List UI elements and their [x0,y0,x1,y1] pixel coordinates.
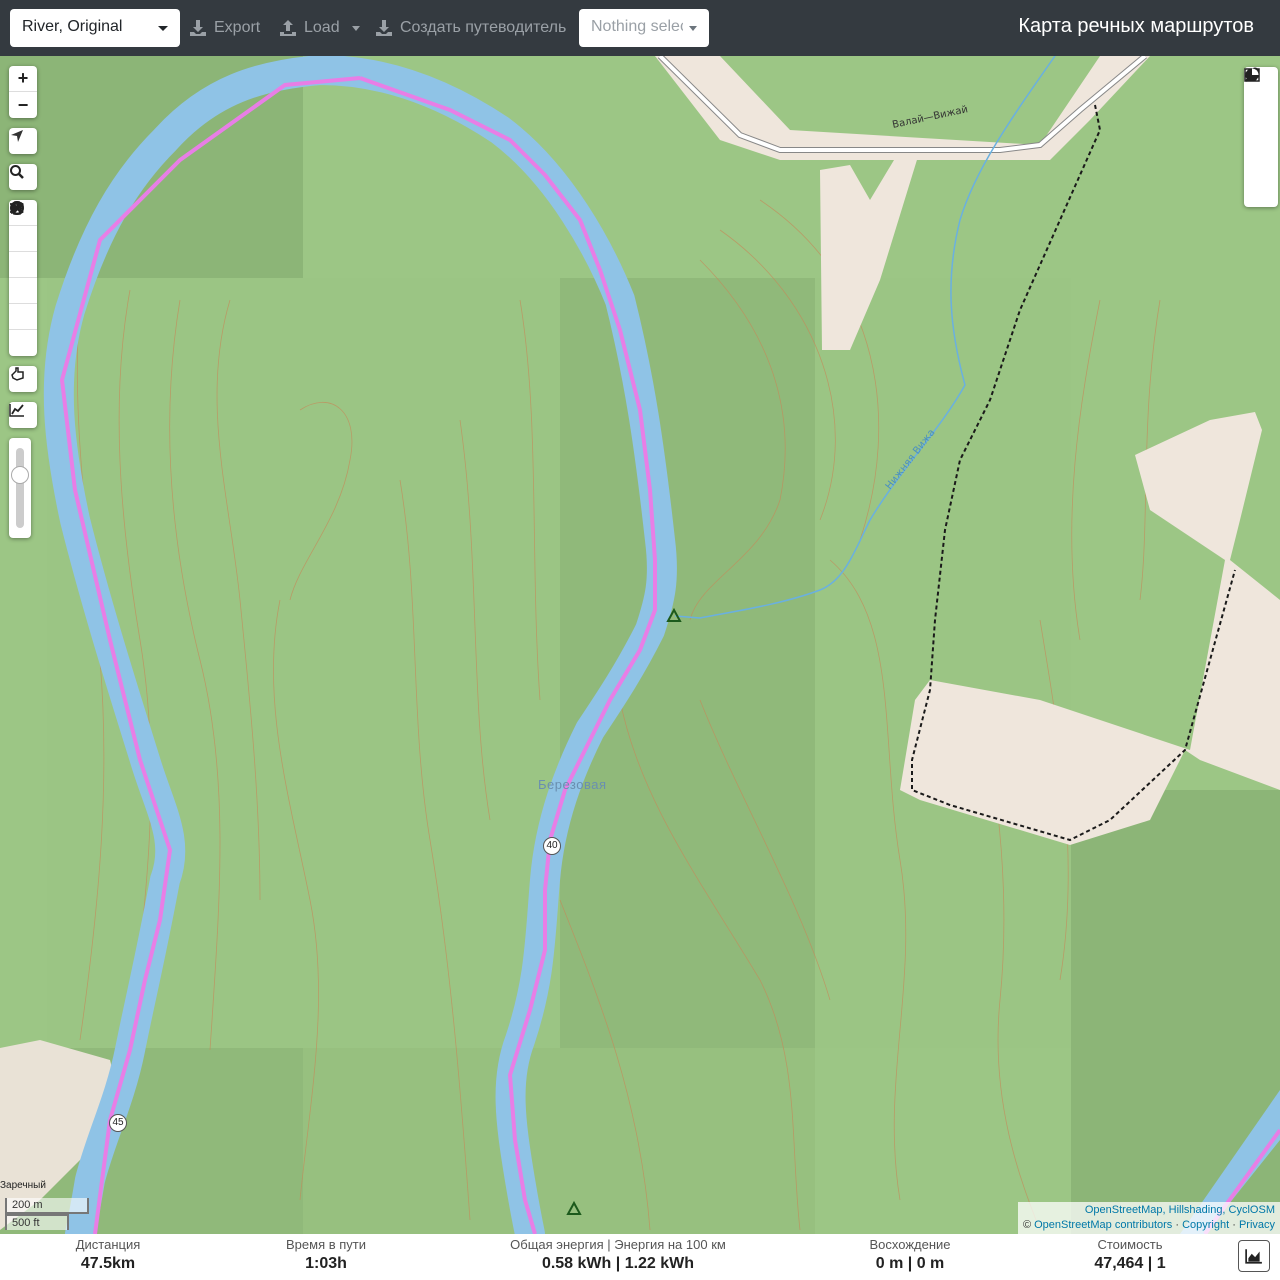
chevron-down-icon [689,26,697,31]
chevron-down-icon [158,26,168,31]
export-label: Export [214,19,261,36]
attribution-osm-link[interactable]: OpenStreetMap contributors [1034,1219,1172,1231]
stat-ascent: Восхождение 0 m | 0 m [860,1237,960,1273]
nogo-area-button[interactable] [9,201,37,278]
top-navbar: River, Original Export Load Создать путе… [0,0,1280,56]
hand-icon [11,367,24,381]
cost-count: 1 [1156,1255,1166,1272]
search-control [9,164,37,190]
opacity-slider[interactable] [9,438,31,538]
poi-button[interactable] [9,202,37,330]
delete-route-button[interactable] [9,201,37,356]
slider-thumb[interactable] [11,466,29,484]
create-guide-label: Создать путеводитель [400,19,567,36]
attribution-layers-link[interactable]: OpenStreetMap, Hillshading, CyclOSM [1085,1204,1275,1216]
place-label: Березовая [538,777,607,792]
chevron-down-icon [351,25,360,31]
forest-tile [815,278,1071,1048]
app-title: Карта речных маршрутов [1018,15,1254,37]
descent-value: 0 [916,1255,926,1272]
create-guide-button[interactable]: Создать путеводитель [374,15,566,41]
search-button[interactable] [9,164,37,190]
download-icon [190,20,206,36]
settings-button[interactable] [1244,67,1278,137]
km-marker[interactable]: 45 [109,1114,127,1132]
draw-controls [9,200,37,356]
energy-100-unit: kWh [660,1255,695,1272]
route-select-value: Nothing selected [591,18,683,35]
table-button[interactable] [1244,68,1278,172]
ascent-unit: m [889,1255,904,1272]
locate-control [9,128,37,154]
distance-unit: km [112,1255,136,1272]
profile-select[interactable]: River, Original [10,9,180,47]
energy-value: 0.58 [541,1255,574,1272]
stats-button[interactable] [1244,68,1278,207]
zoom-control: + − [9,66,37,118]
km-marker[interactable]: 40 [543,837,561,855]
area-chart-icon [1245,1249,1262,1264]
elevation-profile-button[interactable] [1238,1240,1270,1272]
attribution-copyright-link[interactable]: Copyright [1182,1219,1229,1231]
map-canvas[interactable]: Валай—Вижай Нижняя Вижа Березовая Заречн… [0,56,1280,1234]
time-unit: h [337,1255,347,1272]
stat-energy: Общая энергия | Энергия на 100 км 0.58 k… [510,1237,726,1272]
load-button[interactable]: Load [278,15,360,41]
energy-100-value: 1.22 [624,1255,656,1272]
export-button[interactable]: Export [188,15,260,41]
ascent-value: 0 [875,1255,885,1272]
time-label: Время в пути [286,1237,366,1252]
profile-select-value: River, Original [22,18,123,35]
map-svg: Валай—Вижай Нижняя Вижа [0,56,1280,1234]
delete-icon [12,201,22,215]
descent-unit: m [930,1255,945,1272]
pie-chart-icon [1245,68,1259,82]
energy-unit: kWh [577,1255,612,1272]
map-attribution: OpenStreetMap, Hillshading, CyclOSM © Op… [1017,1202,1280,1234]
attribution-privacy-link[interactable]: Privacy [1239,1219,1275,1231]
locate-button[interactable] [9,128,37,154]
circle-button[interactable] [9,201,37,304]
slider-track [16,448,24,528]
hillshade [560,278,815,1048]
elevation-chart-icon [9,404,24,417]
load-label: Load [304,19,340,36]
locate-icon [11,130,23,142]
right-controls [1244,67,1278,207]
zoom-in-button[interactable]: + [9,66,37,92]
stat-cost: Стоимость 47,464 | 1 [1080,1237,1180,1273]
reverse-route-button[interactable] [9,202,37,252]
upload-icon [280,20,296,36]
stat-time: Время в пути 1:03h [276,1237,376,1273]
cost-label: Стоимость [1097,1237,1163,1252]
cost-value: 47,464 [1094,1255,1144,1272]
search-icon [10,165,24,179]
pan-control [9,366,37,392]
pan-button[interactable] [9,366,37,392]
time-value: 1:03 [305,1255,338,1272]
distance-value: 47.5 [80,1255,112,1272]
ascent-label: Восхождение [869,1237,951,1252]
zoom-out-button[interactable]: − [9,92,37,118]
energy-label: Общая энергия [510,1237,604,1252]
route-stats-bar: Дистанция 47.5km Время в пути 1:03h Обща… [0,1234,1280,1280]
stat-distance: Дистанция 47.5km [66,1237,150,1273]
route-select[interactable]: Nothing selected [579,9,709,47]
elevation-control [9,402,37,428]
scale-imperial: 500 ft [5,1214,69,1230]
elevation-chart-button[interactable] [9,402,37,428]
download-icon [376,20,392,36]
scale-metric: 200 m [5,1198,89,1214]
hillshade [303,1048,815,1234]
energy-100-label: Энергия на 100 км [614,1237,726,1252]
village-label: Заречный [0,1180,46,1191]
distance-label: Дистанция [75,1237,141,1252]
